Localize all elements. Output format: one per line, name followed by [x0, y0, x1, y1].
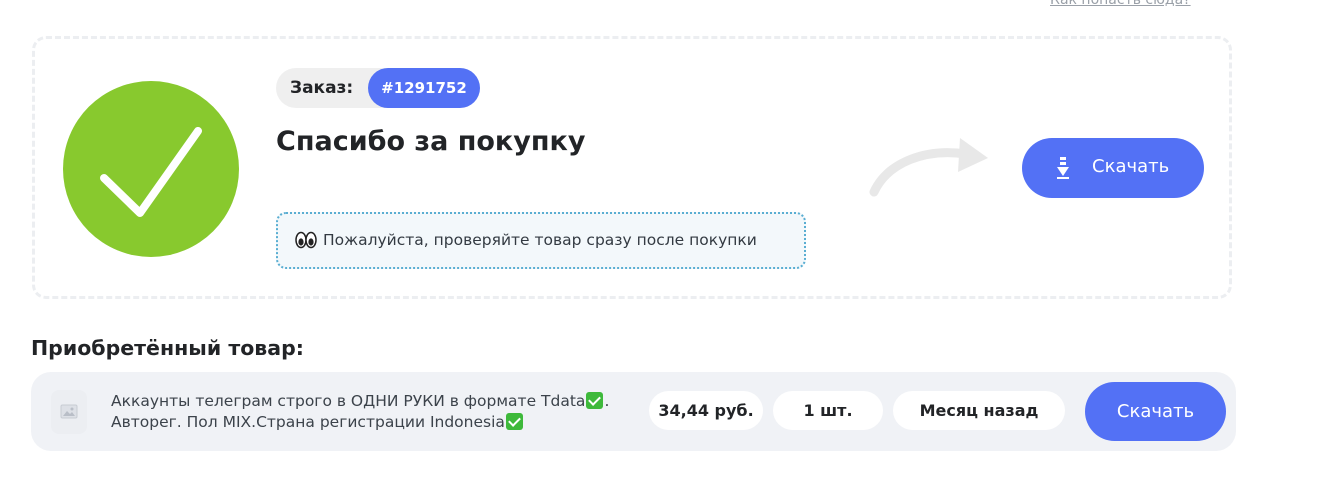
- order-label: Заказ:: [290, 78, 354, 98]
- purchased-section-title: Приобретённый товар:: [31, 336, 304, 360]
- purchase-date: Месяц назад: [893, 391, 1065, 430]
- check-notice: Пожалуйста, проверяйте товар сразу после…: [276, 212, 806, 269]
- image-placeholder-icon: [51, 390, 87, 434]
- check-mark-icon: [505, 413, 523, 430]
- page-title: Спасибо за покупку: [276, 126, 586, 157]
- order-badge: Заказ: #1291752: [276, 68, 480, 108]
- curved-arrow-icon: [869, 138, 988, 197]
- product-quantity: 1 шт.: [773, 391, 883, 430]
- product-name: Аккаунты телеграм строго в ОДНИ РУКИ в ф…: [111, 391, 631, 433]
- product-name-line1: Аккаунты телеграм строго в ОДНИ РУКИ в ф…: [111, 392, 586, 410]
- notice-text: Пожалуйста, проверяйте товар сразу после…: [323, 231, 757, 249]
- product-price: 34,44 руб.: [649, 391, 763, 430]
- download-arrow-icon: [1057, 157, 1069, 179]
- product-name-line2: Авторег. Пол MIX.Страна регистрации Indo…: [111, 413, 505, 431]
- how-to-get-here-link[interactable]: Как попасть сюда?: [1050, 0, 1191, 8]
- order-number: #1291752: [368, 68, 480, 108]
- check-mark-icon: [586, 392, 604, 409]
- product-name-line1-suffix: .: [604, 392, 610, 410]
- product-download-button[interactable]: Скачать: [1085, 382, 1226, 441]
- download-button-label: Скачать: [1092, 156, 1170, 177]
- eyes-icon: [295, 231, 317, 249]
- product-row: Аккаунты телеграм строго в ОДНИ РУКИ в ф…: [31, 372, 1236, 451]
- success-check-icon: [63, 81, 239, 257]
- download-button[interactable]: Скачать: [1022, 138, 1204, 198]
